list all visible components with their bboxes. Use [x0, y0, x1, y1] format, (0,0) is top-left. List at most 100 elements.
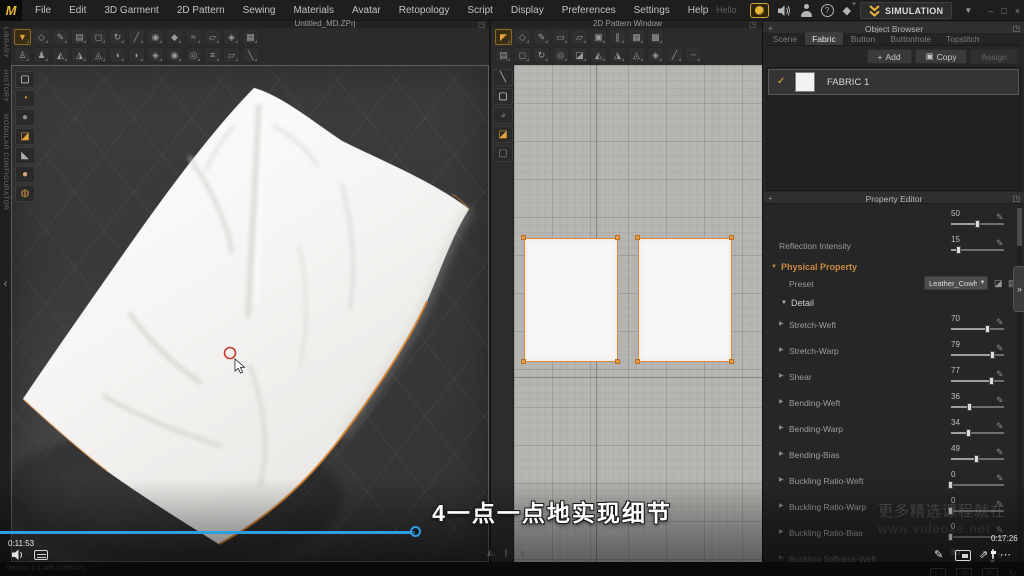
- slider-thumb[interactable]: [948, 481, 953, 489]
- property-scrollbar[interactable]: [1017, 206, 1022, 574]
- show-avatar-icon[interactable]: ●: [15, 109, 35, 126]
- zoom-area-icon[interactable]: ◎: [552, 47, 569, 63]
- show-seams-icon[interactable]: ◔: [15, 90, 35, 107]
- pause-sim-icon[interactable]: ∥: [504, 548, 508, 557]
- grid-a-icon[interactable]: ▦: [628, 29, 645, 45]
- show-sphere-icon[interactable]: ◍: [15, 185, 35, 202]
- property-slider[interactable]: [951, 510, 1004, 512]
- pointer-button[interactable]: ⇗: [979, 548, 988, 561]
- edit-curve-icon[interactable]: ✎: [533, 29, 550, 45]
- pattern-piece[interactable]: [638, 238, 732, 362]
- tab-topstitch[interactable]: Topstitch: [939, 32, 987, 45]
- show-fabric-2d-icon[interactable]: ◪: [493, 126, 513, 143]
- side-tab-history[interactable]: HISTORY: [2, 70, 9, 102]
- side-tab-modular-configurator[interactable]: MODULAR CONFIGURATOR: [2, 114, 9, 210]
- pattern-corner-point[interactable]: [729, 359, 734, 364]
- show-skin-icon[interactable]: ●: [15, 166, 35, 183]
- basting-tool-icon[interactable]: ┄: [685, 47, 702, 63]
- help-icon[interactable]: ?: [821, 4, 834, 17]
- more-button[interactable]: ⋯: [1000, 548, 1012, 561]
- slider-thumb[interactable]: [975, 220, 980, 228]
- menu-3d-garment[interactable]: 3D Garment: [95, 5, 167, 16]
- transform-pattern-icon[interactable]: ◤: [495, 29, 512, 45]
- view-2d-icon[interactable]: 2D: [982, 568, 998, 576]
- pattern-corner-point[interactable]: [521, 235, 526, 240]
- physical-property-section[interactable]: ▼ Physical Property: [763, 258, 1024, 275]
- buttonhole-tool-icon[interactable]: ◎: [185, 47, 202, 63]
- edit-pattern-icon[interactable]: ◇: [514, 29, 531, 45]
- slider-thumb[interactable]: [989, 377, 994, 385]
- preset-dropdown[interactable]: Leather_Cowh ▼: [924, 276, 988, 290]
- edit-value-icon[interactable]: ✎: [996, 212, 1004, 223]
- edit-needle-icon[interactable]: ╲: [493, 69, 513, 86]
- expand-row-icon[interactable]: ▶: [779, 528, 784, 535]
- side-tab-library[interactable]: LIBRARY: [2, 27, 9, 58]
- paste-tool-icon[interactable]: ▤: [495, 47, 512, 63]
- show-ghost-2d-icon[interactable]: ▢: [493, 145, 513, 162]
- tab-scene[interactable]: Scene: [766, 32, 804, 45]
- detail-section[interactable]: ▼ Detail: [763, 294, 1024, 311]
- zipper-tool-icon[interactable]: ≡: [204, 47, 221, 63]
- pattern-corner-point[interactable]: [615, 359, 620, 364]
- pattern-corner-point[interactable]: [615, 235, 620, 240]
- edit-value-icon[interactable]: ✎: [996, 395, 1004, 406]
- add-rectangle-icon[interactable]: ▭: [552, 29, 569, 45]
- slider-thumb[interactable]: [966, 429, 971, 437]
- reset-view-icon[interactable]: ↻: [1008, 568, 1016, 576]
- mini-volume-slider[interactable]: [992, 549, 994, 559]
- edit-value-icon[interactable]: ✎: [996, 447, 1004, 458]
- pip-button[interactable]: [955, 550, 971, 561]
- expand-panel-button[interactable]: »: [1013, 266, 1024, 312]
- property-slider[interactable]: [951, 406, 1004, 408]
- avatar-pose-icon[interactable]: ♟: [33, 47, 50, 63]
- menu-help[interactable]: Help: [679, 5, 718, 16]
- property-slider[interactable]: [951, 380, 1004, 382]
- property-slider[interactable]: [951, 328, 1004, 330]
- minimize-button[interactable]: –: [988, 6, 993, 16]
- scrollbar-thumb[interactable]: [1017, 208, 1022, 246]
- desync-3d-icon[interactable]: ◮: [519, 548, 525, 557]
- show-garment-icon[interactable]: ▢: [15, 71, 35, 88]
- pattern-corner-point[interactable]: [729, 235, 734, 240]
- show-garment-2d-icon[interactable]: ▢: [493, 88, 513, 105]
- slider-thumb[interactable]: [967, 403, 972, 411]
- select-move-icon[interactable]: ◇: [33, 29, 50, 45]
- add-polygon-icon[interactable]: ▱: [571, 29, 588, 45]
- edit-value-icon[interactable]: ✎: [996, 369, 1004, 380]
- subtitle-button[interactable]: [34, 550, 48, 560]
- menu-script[interactable]: Script: [458, 5, 502, 16]
- add-garment-icon[interactable]: ◆+: [843, 4, 851, 17]
- camera-tool-icon[interactable]: ◉: [147, 29, 164, 45]
- property-slider[interactable]: [951, 458, 1004, 460]
- seam-line-tool-icon[interactable]: ╱: [666, 47, 683, 63]
- app-logo-icon[interactable]: M: [0, 0, 22, 21]
- sound-icon[interactable]: [778, 5, 792, 17]
- menu-preferences[interactable]: Preferences: [553, 5, 625, 16]
- menu-file[interactable]: File: [26, 5, 60, 16]
- pattern-corner-point[interactable]: [635, 359, 640, 364]
- slider-thumb[interactable]: [985, 325, 990, 333]
- slider-thumb[interactable]: [974, 455, 979, 463]
- cloth-garment[interactable]: [12, 66, 489, 562]
- 3d-viewport[interactable]: ▢◔●◪◣●◍: [11, 65, 489, 562]
- pen-tool-icon[interactable]: ✎: [52, 29, 69, 45]
- property-slider[interactable]: [951, 354, 1004, 356]
- tab-buttonhole[interactable]: Buttonhole: [883, 32, 938, 45]
- move-dotted-2d-icon[interactable]: ◻: [514, 47, 531, 63]
- cluster-tool-icon[interactable]: ◈: [647, 47, 664, 63]
- edit-value-icon[interactable]: ✎: [996, 238, 1004, 249]
- menu-retopology[interactable]: Retopology: [390, 5, 459, 16]
- iron-tool-icon[interactable]: ◪: [571, 47, 588, 63]
- show-garment-c-icon[interactable]: ◬: [628, 47, 645, 63]
- rotate-dotted-icon[interactable]: ↻: [109, 29, 126, 45]
- expand-row-icon[interactable]: ▶: [779, 398, 784, 405]
- edit-value-icon[interactable]: ✎: [996, 473, 1004, 484]
- slider-thumb[interactable]: [948, 533, 953, 541]
- pin-tool-icon[interactable]: ╱: [128, 29, 145, 45]
- flower-cluster-icon[interactable]: ◈: [147, 47, 164, 63]
- menu-2d-pattern[interactable]: 2D Pattern: [168, 5, 234, 16]
- simulation-button[interactable]: SIMULATION: [860, 2, 952, 19]
- edit-value-icon[interactable]: ✎: [996, 499, 1004, 510]
- annotate-button[interactable]: ✎: [934, 548, 943, 561]
- slider-thumb[interactable]: [948, 507, 953, 515]
